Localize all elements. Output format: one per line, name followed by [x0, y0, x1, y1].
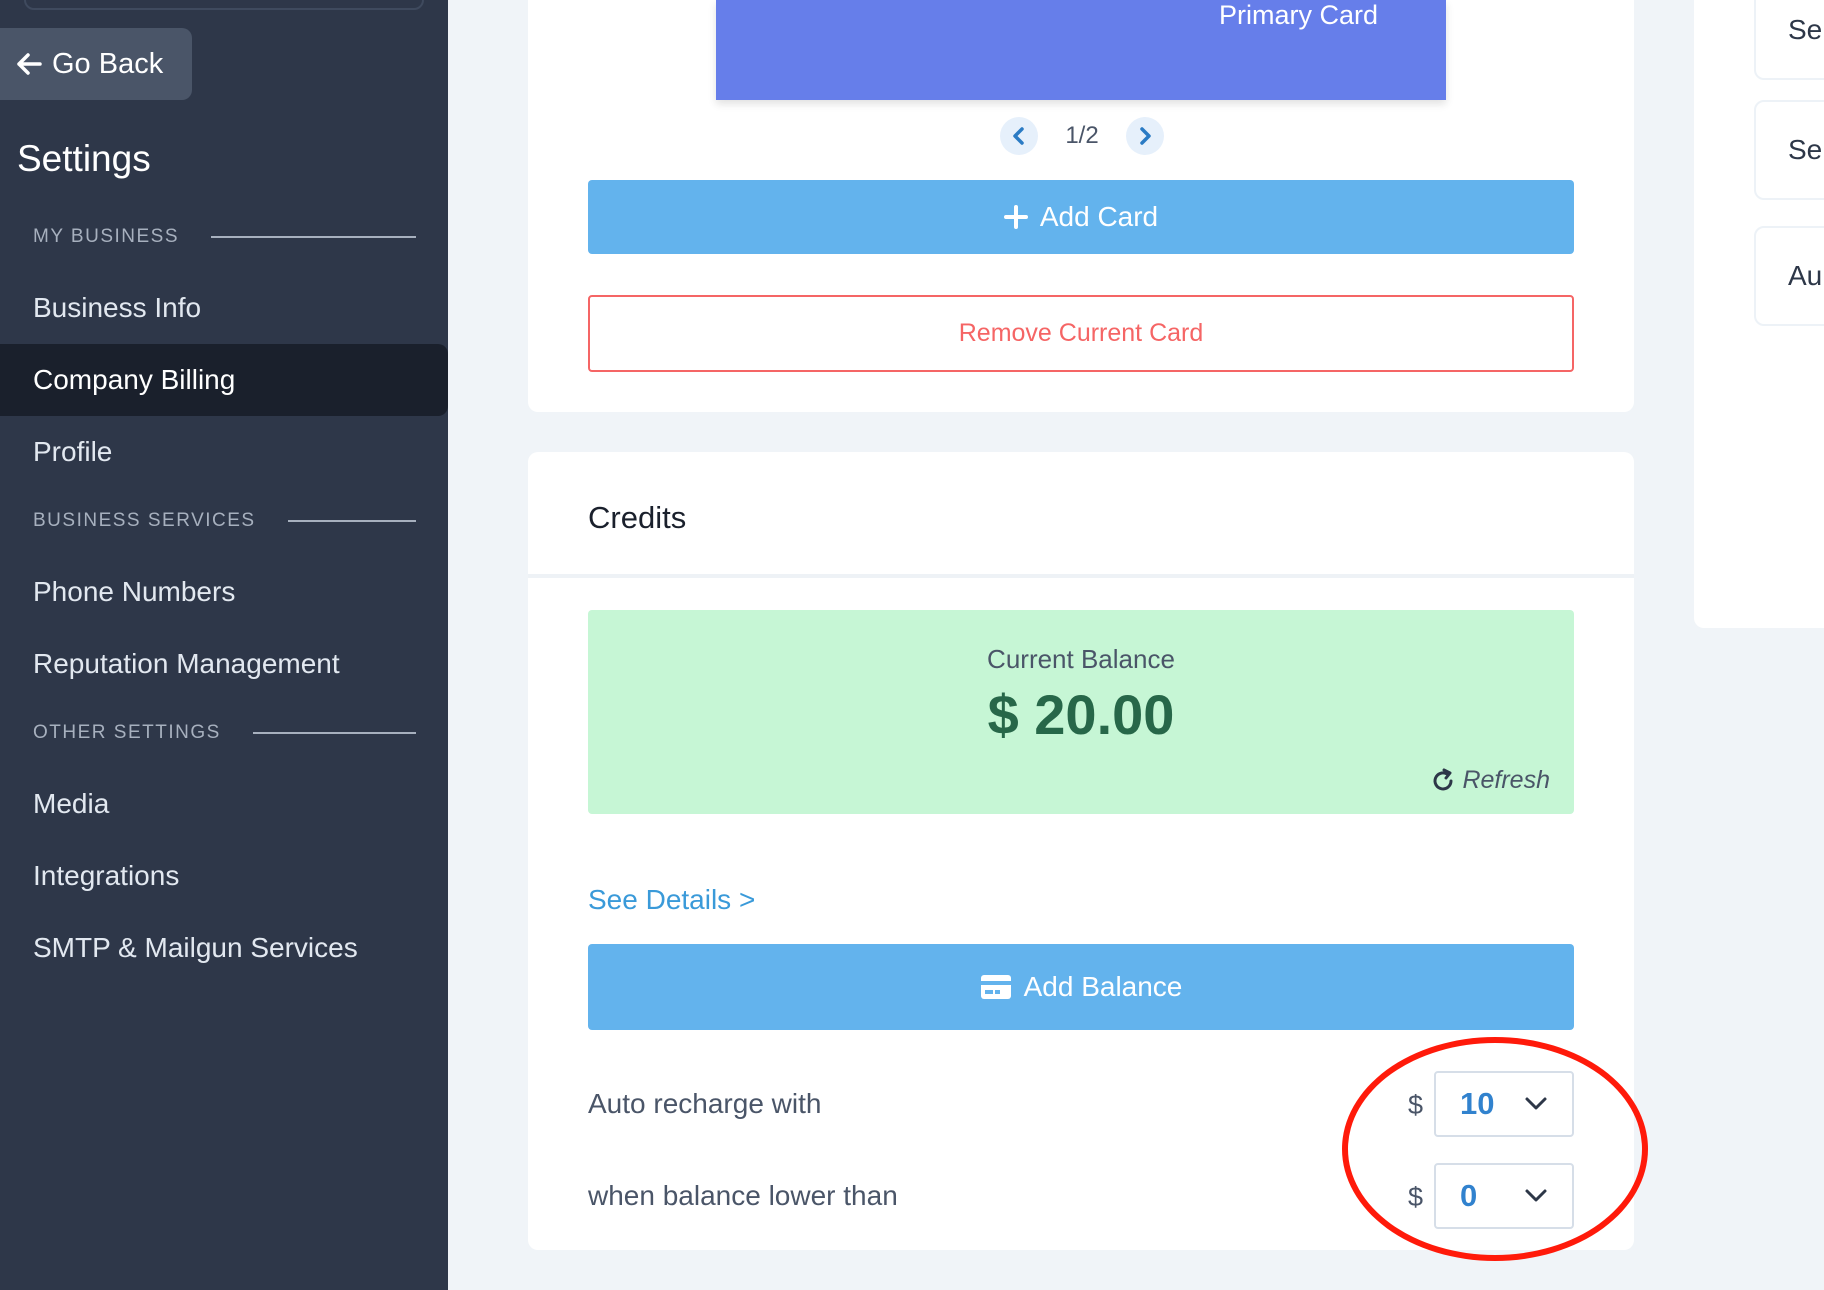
add-balance-label: Add Balance: [1023, 971, 1183, 1002]
primary-card-visual: Primary Card: [716, 0, 1446, 100]
balance-label: Current Balance: [987, 644, 1175, 674]
sidebar-item-integrations[interactable]: Integrations: [0, 840, 448, 912]
right-panel-item[interactable]: Sep: [1754, 0, 1824, 80]
credits-divider: [528, 574, 1634, 578]
chevron-right-icon: [1140, 127, 1151, 145]
section-divider: [252, 732, 416, 734]
previous-card-button[interactable]: [1000, 117, 1038, 155]
refresh-button[interactable]: Refresh: [1430, 766, 1550, 795]
section-divider: [211, 236, 416, 238]
remove-current-card-button[interactable]: Remove Current Card: [588, 295, 1574, 372]
add-balance-button[interactable]: Add Balance: [588, 944, 1574, 1030]
auto-recharge-label: Auto recharge with: [588, 1088, 822, 1119]
section-divider: [287, 520, 416, 522]
current-balance-box: Current Balance $ 20.00 Refresh: [588, 610, 1574, 814]
annotation-circle: [1342, 1037, 1648, 1261]
sidebar: Go Back Settings MY BUSINESS Business In…: [0, 0, 448, 1290]
settings-title: Settings: [17, 138, 151, 179]
right-panel-item[interactable]: Sep: [1754, 100, 1824, 200]
section-my-business: MY BUSINESS: [33, 226, 416, 248]
sidebar-item-profile[interactable]: Profile: [0, 416, 448, 488]
credit-card-icon: [980, 975, 1011, 999]
sidebar-item-media[interactable]: Media: [0, 768, 448, 840]
section-business-services: BUSINESS SERVICES: [33, 510, 416, 532]
pager-text: 1/2: [1065, 122, 1099, 149]
sidebar-item-business-info[interactable]: Business Info: [0, 272, 448, 344]
card-pager: 1/2: [1000, 117, 1164, 155]
sidebar-search-edge: [24, 0, 424, 10]
threshold-label: when balance lower than: [588, 1180, 898, 1211]
section-other-settings: OTHER SETTINGS: [33, 722, 416, 744]
sidebar-item-company-billing[interactable]: Company Billing: [0, 344, 448, 416]
add-card-label: Add Card: [1039, 201, 1159, 232]
balance-amount: $ 20.00: [987, 683, 1175, 746]
go-back-label: Go Back: [52, 47, 164, 80]
sidebar-item-phone-numbers[interactable]: Phone Numbers: [0, 556, 448, 628]
sidebar-item-reputation-management[interactable]: Reputation Management: [0, 628, 448, 700]
refresh-icon: [1433, 768, 1453, 790]
go-back-button[interactable]: Go Back: [0, 28, 192, 100]
add-card-button[interactable]: Add Card: [588, 180, 1574, 254]
see-details-link[interactable]: See Details >: [588, 884, 755, 916]
right-panel-item[interactable]: Au: [1754, 226, 1824, 326]
plus-icon: [1003, 205, 1028, 229]
refresh-label: Refresh: [1462, 766, 1550, 794]
sidebar-item-smtp-mailgun[interactable]: SMTP & Mailgun Services: [0, 912, 448, 984]
next-card-button[interactable]: [1126, 117, 1164, 155]
arrow-left-icon: [17, 53, 42, 75]
chevron-left-icon: [1013, 127, 1024, 145]
credits-title: Credits: [588, 500, 687, 535]
primary-card-label: Primary Card: [1218, 0, 1378, 30]
